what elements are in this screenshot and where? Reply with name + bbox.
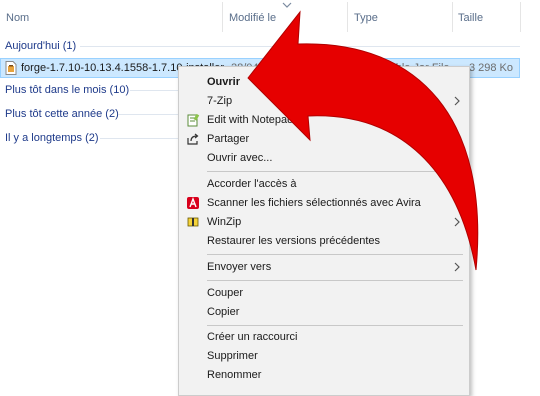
column-divider[interactable]	[452, 2, 453, 32]
column-type[interactable]: Type	[354, 12, 378, 24]
menu-item-open-with[interactable]: Ouvrir avec...	[179, 149, 469, 169]
menu-item-restore-versions[interactable]: Restaurer les versions précédentes	[179, 232, 469, 252]
menu-item-avira-scan[interactable]: Scanner les fichiers sélectionnés avec A…	[179, 194, 469, 214]
menu-item-edit-notepad[interactable]: Edit with Notepad++	[179, 111, 469, 131]
column-divider[interactable]	[347, 2, 348, 32]
menu-item-label: Envoyer vers	[207, 261, 272, 273]
menu-item-cut[interactable]: Couper	[179, 284, 469, 304]
menu-item-label: Edit with Notepad++	[207, 114, 307, 126]
sort-chevron-icon	[282, 2, 292, 8]
menu-item-label: Accorder l'accès à	[207, 178, 297, 190]
group-divider	[130, 90, 178, 91]
menu-item-create-shortcut[interactable]: Créer un raccourci	[179, 328, 469, 348]
file-size: 3 298 Ko	[468, 62, 513, 74]
menu-item-label: Ouvrir	[207, 76, 241, 88]
column-modified[interactable]: Modifié le	[229, 12, 276, 24]
menu-item-label: Partager	[207, 133, 250, 145]
share-icon	[187, 133, 199, 145]
menu-item-label: WinZip	[207, 216, 242, 228]
column-divider[interactable]	[222, 2, 223, 32]
menu-item-label: Couper	[207, 287, 244, 299]
group-long-ago[interactable]: Il y a longtemps (2)	[5, 132, 99, 144]
submenu-chevron-icon	[454, 262, 460, 272]
menu-item-open[interactable]: Ouvrir	[179, 73, 469, 93]
group-divider	[118, 114, 178, 115]
menu-separator	[207, 254, 463, 255]
group-divider	[100, 138, 178, 139]
menu-item-rename[interactable]: Renommer	[179, 366, 469, 386]
jar-file-icon	[5, 61, 17, 75]
menu-item-label: 7-Zip	[207, 95, 233, 107]
menu-separator	[207, 171, 463, 172]
column-name[interactable]: Nom	[6, 12, 29, 24]
winzip-icon	[187, 217, 199, 227]
menu-separator	[207, 280, 463, 281]
menu-item-7zip[interactable]: 7-Zip	[179, 92, 469, 112]
column-size[interactable]: Taille	[458, 12, 483, 24]
column-header: Nom Modifié le Type Taille	[0, 0, 540, 34]
menu-item-label: Restaurer les versions précédentes	[207, 235, 381, 247]
menu-item-label: Créer un raccourci	[207, 331, 298, 343]
menu-item-share[interactable]: Partager	[179, 130, 469, 150]
menu-item-winzip[interactable]: WinZip	[179, 213, 469, 233]
menu-item-label: Renommer	[207, 369, 262, 381]
menu-item-grant-access[interactable]: Accorder l'accès à	[179, 175, 469, 195]
group-earlier-this-year[interactable]: Plus tôt cette année (2)	[5, 108, 119, 120]
menu-item-send-to[interactable]: Envoyer vers	[179, 258, 469, 278]
menu-item-copy[interactable]: Copier	[179, 303, 469, 323]
menu-item-label: Copier	[207, 306, 240, 318]
submenu-chevron-icon	[454, 96, 460, 106]
group-divider	[80, 46, 520, 47]
column-divider[interactable]	[520, 2, 521, 32]
menu-item-delete[interactable]: Supprimer	[179, 347, 469, 367]
menu-separator	[207, 325, 463, 326]
menu-item-label: Scanner les fichiers sélectionnés avec A…	[207, 197, 421, 209]
avira-icon	[187, 197, 199, 209]
group-earlier-this-month[interactable]: Plus tôt dans le mois (10)	[5, 84, 129, 96]
context-menu: Ouvrir 7-Zip Edit with Notepad++ Partage…	[178, 66, 470, 396]
submenu-chevron-icon	[454, 179, 460, 189]
menu-item-label: Supprimer	[207, 350, 258, 362]
menu-item-label: Ouvrir avec...	[207, 152, 273, 164]
submenu-chevron-icon	[454, 217, 460, 227]
group-today[interactable]: Aujourd'hui (1)	[5, 40, 76, 52]
notepad-icon	[187, 113, 200, 127]
